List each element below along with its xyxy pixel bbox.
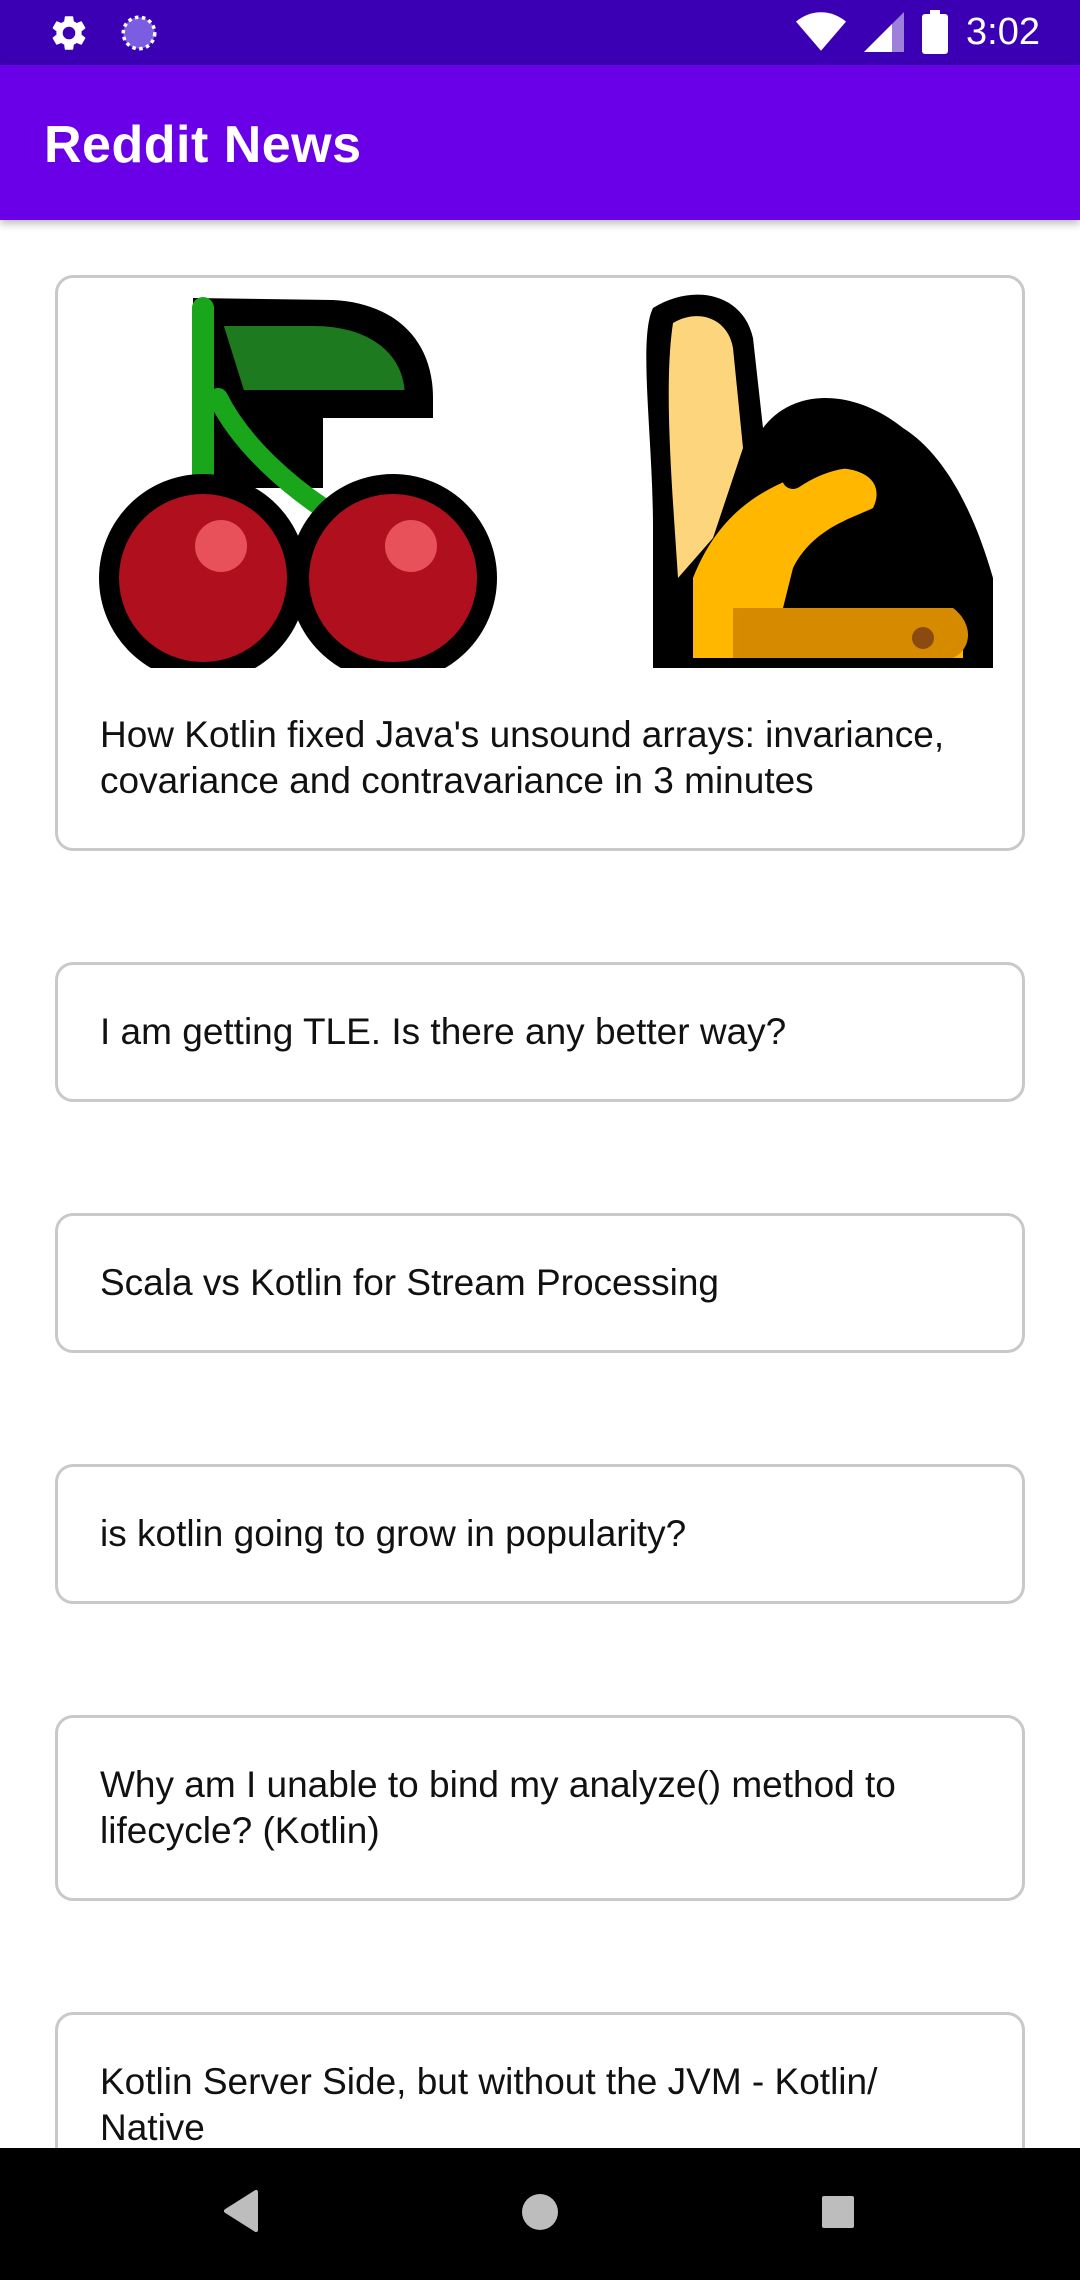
battery-icon — [922, 10, 949, 54]
post-card[interactable]: Why am I unable to bind my analyze() met… — [55, 1715, 1025, 1901]
post-card[interactable]: How Kotlin fixed Java's unsound arrays: … — [55, 275, 1025, 851]
post-title: is kotlin going to grow in popularity? — [100, 1513, 687, 1554]
navigation-bar — [0, 2148, 1080, 2280]
loading-icon — [121, 15, 157, 51]
signal-icon — [864, 12, 905, 52]
banana-icon — [646, 294, 993, 668]
back-icon[interactable] — [222, 2188, 262, 2234]
post-title: Scala vs Kotlin for Stream Processing — [100, 1262, 719, 1303]
post-card[interactable]: I am getting TLE. Is there any better wa… — [55, 962, 1025, 1102]
post-title: Why am I unable to bind my analyze() met… — [100, 1764, 896, 1851]
home-icon[interactable] — [518, 2190, 562, 2234]
post-title: I am getting TLE. Is there any better wa… — [100, 1011, 787, 1052]
recents-icon[interactable] — [818, 2192, 858, 2232]
gear-icon — [52, 16, 86, 50]
status-time: 3:02 — [966, 11, 1040, 53]
post-card[interactable]: Kotlin Server Side, but without the JVM … — [55, 2012, 1025, 2148]
cherries-icon — [99, 297, 497, 668]
status-bar-left — [48, 12, 160, 54]
post-title: Kotlin Server Side, but without the JVM … — [100, 2061, 878, 2148]
post-title: How Kotlin fixed Java's unsound arrays: … — [100, 714, 945, 801]
post-card[interactable]: is kotlin going to grow in popularity? — [55, 1464, 1025, 1604]
post-image — [93, 278, 993, 668]
app-bar: Reddit News — [0, 65, 1080, 220]
post-card[interactable]: Scala vs Kotlin for Stream Processing — [55, 1213, 1025, 1353]
status-bar: 3:02 — [0, 0, 1080, 65]
wifi-icon — [796, 12, 847, 51]
app-title: Reddit News — [44, 116, 362, 174]
post-list[interactable]: How Kotlin fixed Java's unsound arrays: … — [0, 220, 1080, 2148]
status-bar-right: 3:02 — [796, 8, 1040, 56]
